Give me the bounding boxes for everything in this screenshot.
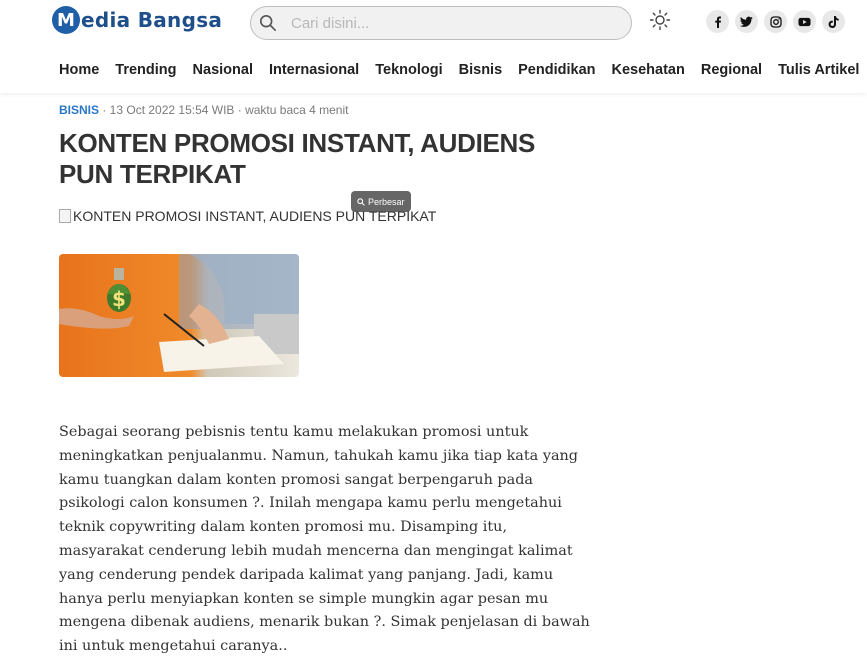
nav-item-internasional[interactable]: Internasional <box>269 62 359 78</box>
enlarge-label: Perbesar <box>368 196 405 207</box>
instagram-icon[interactable] <box>764 10 787 33</box>
svg-text:$: $ <box>112 287 126 311</box>
nav-item-home[interactable]: Home <box>59 62 99 78</box>
article-photo[interactable]: $ <box>59 254 299 377</box>
nav-item-regional[interactable]: Regional <box>701 62 762 78</box>
nav-item-teknologi[interactable]: Teknologi <box>375 62 442 78</box>
sun-icon[interactable] <box>649 9 671 31</box>
main-nav: Home Trending Nasional Internasional Tek… <box>59 62 867 78</box>
site-header: M edia Bangsa Cari disini... Home Trendi… <box>0 0 867 93</box>
nav-item-nasional[interactable]: Nasional <box>193 62 253 78</box>
broken-image-icon <box>59 209 71 223</box>
image-alt-text: KONTEN PROMOSI INSTANT, AUDIENS PUN TERP… <box>73 208 437 224</box>
article-date-readtime: · 13 Oct 2022 15:54 WIB · waktu baca 4 m… <box>99 103 349 117</box>
search-icon <box>259 14 277 32</box>
logo-text: edia Bangsa <box>81 8 223 32</box>
tiktok-icon[interactable] <box>822 10 845 33</box>
photo-illustration: $ <box>59 254 299 377</box>
category-link[interactable]: BISNIS <box>59 103 99 117</box>
facebook-icon[interactable] <box>706 10 729 33</box>
search-bar[interactable] <box>250 6 632 40</box>
nav-item-pendidikan[interactable]: Pendidikan <box>518 62 595 78</box>
search-input[interactable] <box>289 13 593 33</box>
logo-mark: M <box>52 6 80 34</box>
article-title: KONTEN PROMOSI INSTANT, AUDIENS PUN TERP… <box>59 128 536 189</box>
article-main-image[interactable]: KONTEN PROMOSI INSTANT, AUDIENS PUN TERP… <box>59 208 436 224</box>
zoom-icon <box>357 197 365 206</box>
nav-item-tulis-artikel[interactable]: Tulis Artikel <box>778 62 859 78</box>
twitter-icon[interactable] <box>735 10 758 33</box>
nav-item-bisnis[interactable]: Bisnis <box>459 62 503 78</box>
youtube-icon[interactable] <box>793 10 816 33</box>
article-meta: BISNIS · 13 Oct 2022 15:54 WIB · waktu b… <box>59 103 348 117</box>
nav-item-trending[interactable]: Trending <box>115 62 176 78</box>
nav-item-kesehatan[interactable]: Kesehatan <box>612 62 685 78</box>
social-links <box>706 10 845 33</box>
site-logo[interactable]: M edia Bangsa <box>52 6 222 34</box>
article-body: Sebagai seorang pebisnis tentu kamu mela… <box>59 424 590 655</box>
